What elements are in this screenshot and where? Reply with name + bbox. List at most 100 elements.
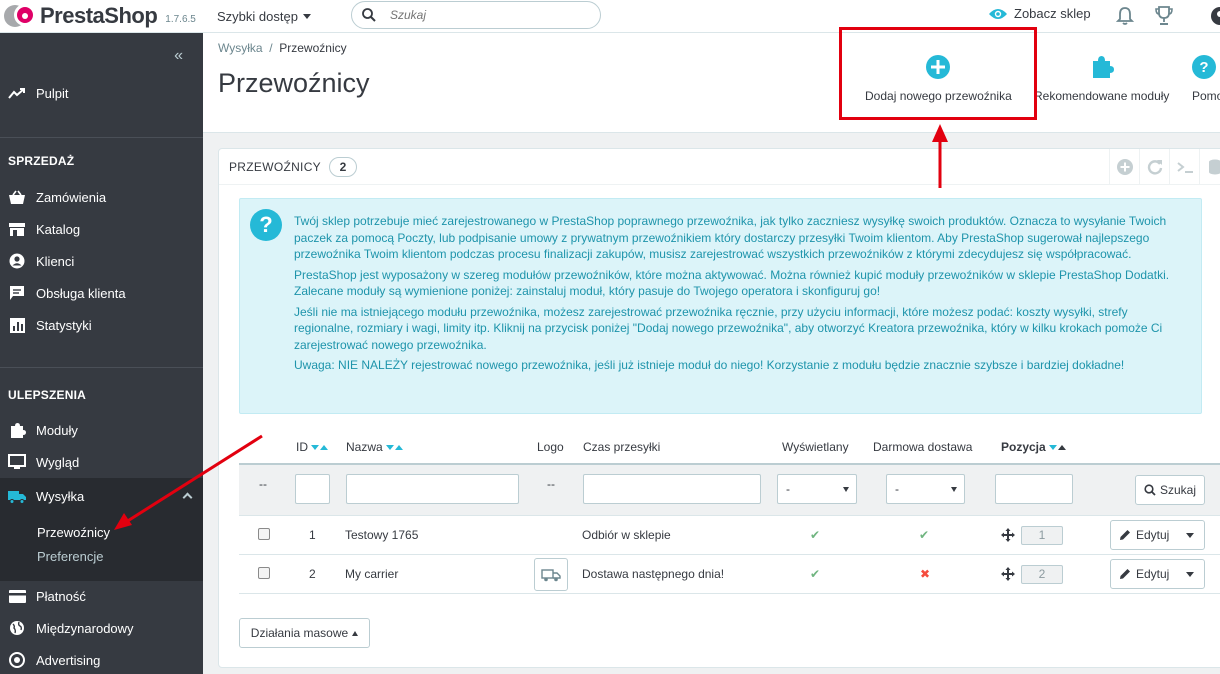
sidebar-item-label: Wysyłka (36, 489, 85, 504)
cell-name: My carrier (345, 567, 399, 581)
sidebar-item-orders[interactable]: Zamówienia (0, 181, 203, 213)
refresh-tool[interactable] (1139, 149, 1169, 185)
free-shipping-check-icon[interactable]: ✔ (919, 528, 929, 542)
globe-icon (8, 620, 26, 636)
sidebar-divider (0, 137, 203, 138)
sort-icon[interactable] (1048, 444, 1066, 450)
store-icon (8, 221, 26, 237)
position-value: 1 (1021, 526, 1063, 545)
active-check-icon[interactable]: ✔ (810, 528, 820, 542)
sidebar-item-customer-service[interactable]: Obsługa klienta (0, 277, 203, 309)
filter-delay-input[interactable] (583, 474, 761, 504)
caret-down-icon[interactable] (1186, 572, 1194, 577)
column-header-active: Wyświetlany (782, 440, 849, 454)
bell-icon[interactable] (1116, 6, 1134, 26)
chevron-up-icon (182, 492, 193, 503)
sidebar-item-payment[interactable]: Płatność (0, 580, 203, 612)
cell-id: 1 (309, 528, 316, 542)
row-checkbox[interactable] (258, 528, 270, 540)
recommended-modules-button[interactable]: Rekomendowane moduły (1034, 55, 1169, 103)
database-icon (1208, 159, 1220, 175)
column-header-name[interactable]: Nazwa (346, 440, 403, 454)
column-header-id[interactable]: ID (296, 440, 328, 454)
active-check-icon[interactable]: ✔ (810, 567, 820, 581)
export-tool[interactable] (1199, 149, 1220, 185)
sidebar-item-advertising[interactable]: Advertising (0, 644, 203, 674)
sidebar-item-international[interactable]: Międzynarodowy (0, 612, 203, 644)
help-label: Pomoc (1192, 89, 1220, 103)
alert-paragraph: Uwaga: NIE NALEŻY rejestrować nowego prz… (294, 358, 1125, 372)
bulk-actions-button[interactable]: Działania masowe (239, 618, 370, 648)
row-checkbox[interactable] (258, 567, 270, 579)
refresh-icon (1147, 160, 1162, 175)
filter-free-select[interactable]: - (886, 474, 965, 504)
user-avatar-icon[interactable] (1210, 6, 1220, 26)
search-box[interactable] (351, 1, 601, 29)
trophy-icon[interactable] (1154, 5, 1174, 27)
edit-button[interactable]: Edytuj (1110, 520, 1205, 550)
pencil-icon (1120, 569, 1130, 579)
filter-active-select[interactable]: - (777, 474, 857, 504)
sort-icon[interactable] (311, 444, 328, 450)
column-label: Logo (537, 440, 564, 454)
sidebar-item-label: Wygląd (36, 454, 80, 470)
help-button[interactable]: ? Pomoc (1192, 55, 1220, 103)
sidebar-item-design[interactable]: Wygląd (0, 446, 203, 478)
view-shop-link[interactable]: Zobacz sklep (988, 6, 1091, 21)
column-label: Darmowa dostawa (873, 440, 973, 454)
table-row[interactable]: 2 My carrier Dostawa następnego dnia! ✔ … (239, 555, 1220, 594)
alert-paragraph: Twój sklep potrzebuje mieć zarejestrowan… (294, 214, 1167, 261)
submenu-item-preferences[interactable]: Preferencje (37, 549, 103, 564)
filter-placeholder: -- (547, 477, 555, 491)
sidebar-item-modules[interactable]: Moduły (0, 414, 203, 446)
search-icon (1144, 484, 1156, 496)
caret-down-icon (302, 13, 311, 19)
advertising-icon (8, 652, 26, 668)
search-input[interactable] (390, 8, 570, 22)
eye-icon (989, 8, 1007, 19)
sidebar-item-catalog[interactable]: Katalog (0, 213, 203, 245)
sidebar-item-stats[interactable]: Statystyki (0, 309, 203, 341)
account-circle-icon (8, 253, 26, 269)
brand-logo[interactable]: PrestaShop 1.7.6.5 (0, 3, 205, 29)
sidebar-item-label: Katalog (36, 221, 81, 237)
column-header-free-shipping: Darmowa dostawa (873, 440, 972, 454)
drag-move-icon[interactable] (1001, 528, 1015, 542)
column-label: Wyświetlany (782, 440, 849, 454)
filter-position-input[interactable] (995, 474, 1073, 504)
page-title: Przewoźnicy (218, 68, 370, 98)
sidebar-item-dashboard[interactable]: Pulpit (0, 73, 203, 113)
column-label: Czas przesyłki (583, 440, 661, 454)
sidebar-item-customers[interactable]: Klienci (0, 245, 203, 277)
free-shipping-cross-icon[interactable]: ✖ (920, 567, 930, 581)
drag-move-icon[interactable] (1001, 567, 1015, 581)
column-header-position[interactable]: Pozycja (1001, 440, 1066, 454)
sidebar-divider (0, 367, 203, 368)
sidebar: « Pulpit SPRZEDAŻ Zamówienia Katalog Kli… (0, 33, 203, 674)
collapse-sidebar-icon[interactable]: « (174, 47, 183, 65)
quick-access-dropdown[interactable]: Szybki dostęp (217, 9, 311, 24)
terminal-icon (1176, 162, 1193, 173)
caret-down-icon[interactable] (1186, 533, 1194, 538)
edit-button[interactable]: Edytuj (1110, 559, 1205, 589)
credit-card-icon (8, 588, 26, 604)
recommended-modules-label: Rekomendowane moduły (1034, 89, 1170, 103)
puzzle-icon (8, 422, 26, 438)
sidebar-item-label: Statystyki (36, 317, 92, 333)
sidebar-item-shipping[interactable]: Wysyłka (0, 478, 203, 515)
sort-icon[interactable] (385, 444, 403, 450)
puzzle-icon (1092, 56, 1114, 78)
table-row[interactable]: 1 Testowy 1765 Odbiór w sklepie ✔ ✔ 1 Ed… (239, 516, 1220, 555)
shipping-submenu: Przewoźnicy Preferencje (0, 515, 203, 581)
sql-query-tool[interactable] (1169, 149, 1199, 185)
submenu-item-carriers[interactable]: Przewoźnicy (37, 525, 110, 540)
breadcrumb-parent[interactable]: Wysyłka (218, 41, 263, 55)
add-new-tool[interactable] (1109, 149, 1139, 185)
filter-name-input[interactable] (346, 474, 519, 504)
column-label: Pozycja (1001, 440, 1046, 454)
chat-icon (8, 285, 26, 301)
filter-search-button[interactable]: Szukaj (1135, 475, 1205, 505)
filter-id-input[interactable] (295, 474, 330, 504)
column-header-delay: Czas przesyłki (583, 440, 660, 454)
quick-access-label: Szybki dostęp (217, 8, 298, 24)
